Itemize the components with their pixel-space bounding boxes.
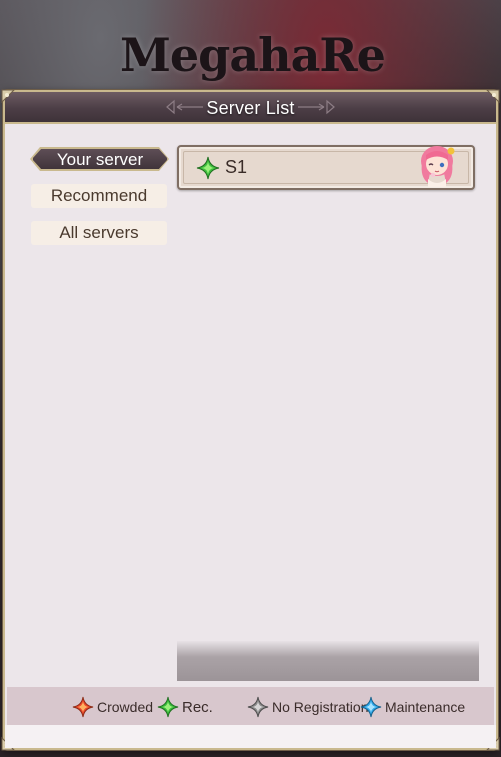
- legend-label: Crowded: [97, 699, 154, 715]
- legend-label: Rec.: [182, 698, 213, 716]
- tab-recommend[interactable]: Recommend: [31, 184, 167, 208]
- green-diamond-icon: [157, 696, 179, 718]
- gray-diamond-icon: [247, 696, 269, 718]
- legend-item-rec: Rec.: [157, 696, 213, 718]
- red-diamond-icon: [72, 696, 94, 718]
- tab-your-server[interactable]: Your server: [32, 148, 168, 170]
- server-list-window: Server List Your server Recommend All se…: [1, 89, 500, 751]
- title-ornament-right-icon: [298, 99, 335, 115]
- pink-hair-character-icon: [421, 146, 455, 187]
- list-scroll-shade: [177, 641, 479, 681]
- bottom-strip: [5, 725, 496, 748]
- legend-label: No Registration: [272, 699, 369, 715]
- legend-item-no-registration: No Registration: [247, 696, 369, 718]
- legend-label: Maintenance: [385, 699, 466, 715]
- green-diamond-icon: [196, 156, 220, 180]
- legend-item-maintenance: Maintenance: [360, 696, 465, 718]
- server-name: S1: [225, 157, 248, 177]
- title-bar: Server List: [5, 92, 496, 124]
- window-title: Server List: [206, 98, 295, 118]
- game-logo: MegahaRe: [120, 28, 386, 82]
- blue-diamond-icon: [360, 696, 382, 718]
- corner-ornament-icon: [485, 89, 500, 104]
- corner-ornament-icon: [1, 89, 16, 104]
- tab-all-servers[interactable]: All servers: [31, 221, 167, 245]
- server-entry-s1[interactable]: S1: [177, 145, 475, 190]
- status-legend: Crowded Rec. No Registration Maintenance: [7, 687, 494, 725]
- legend-item-crowded: Crowded: [72, 696, 153, 718]
